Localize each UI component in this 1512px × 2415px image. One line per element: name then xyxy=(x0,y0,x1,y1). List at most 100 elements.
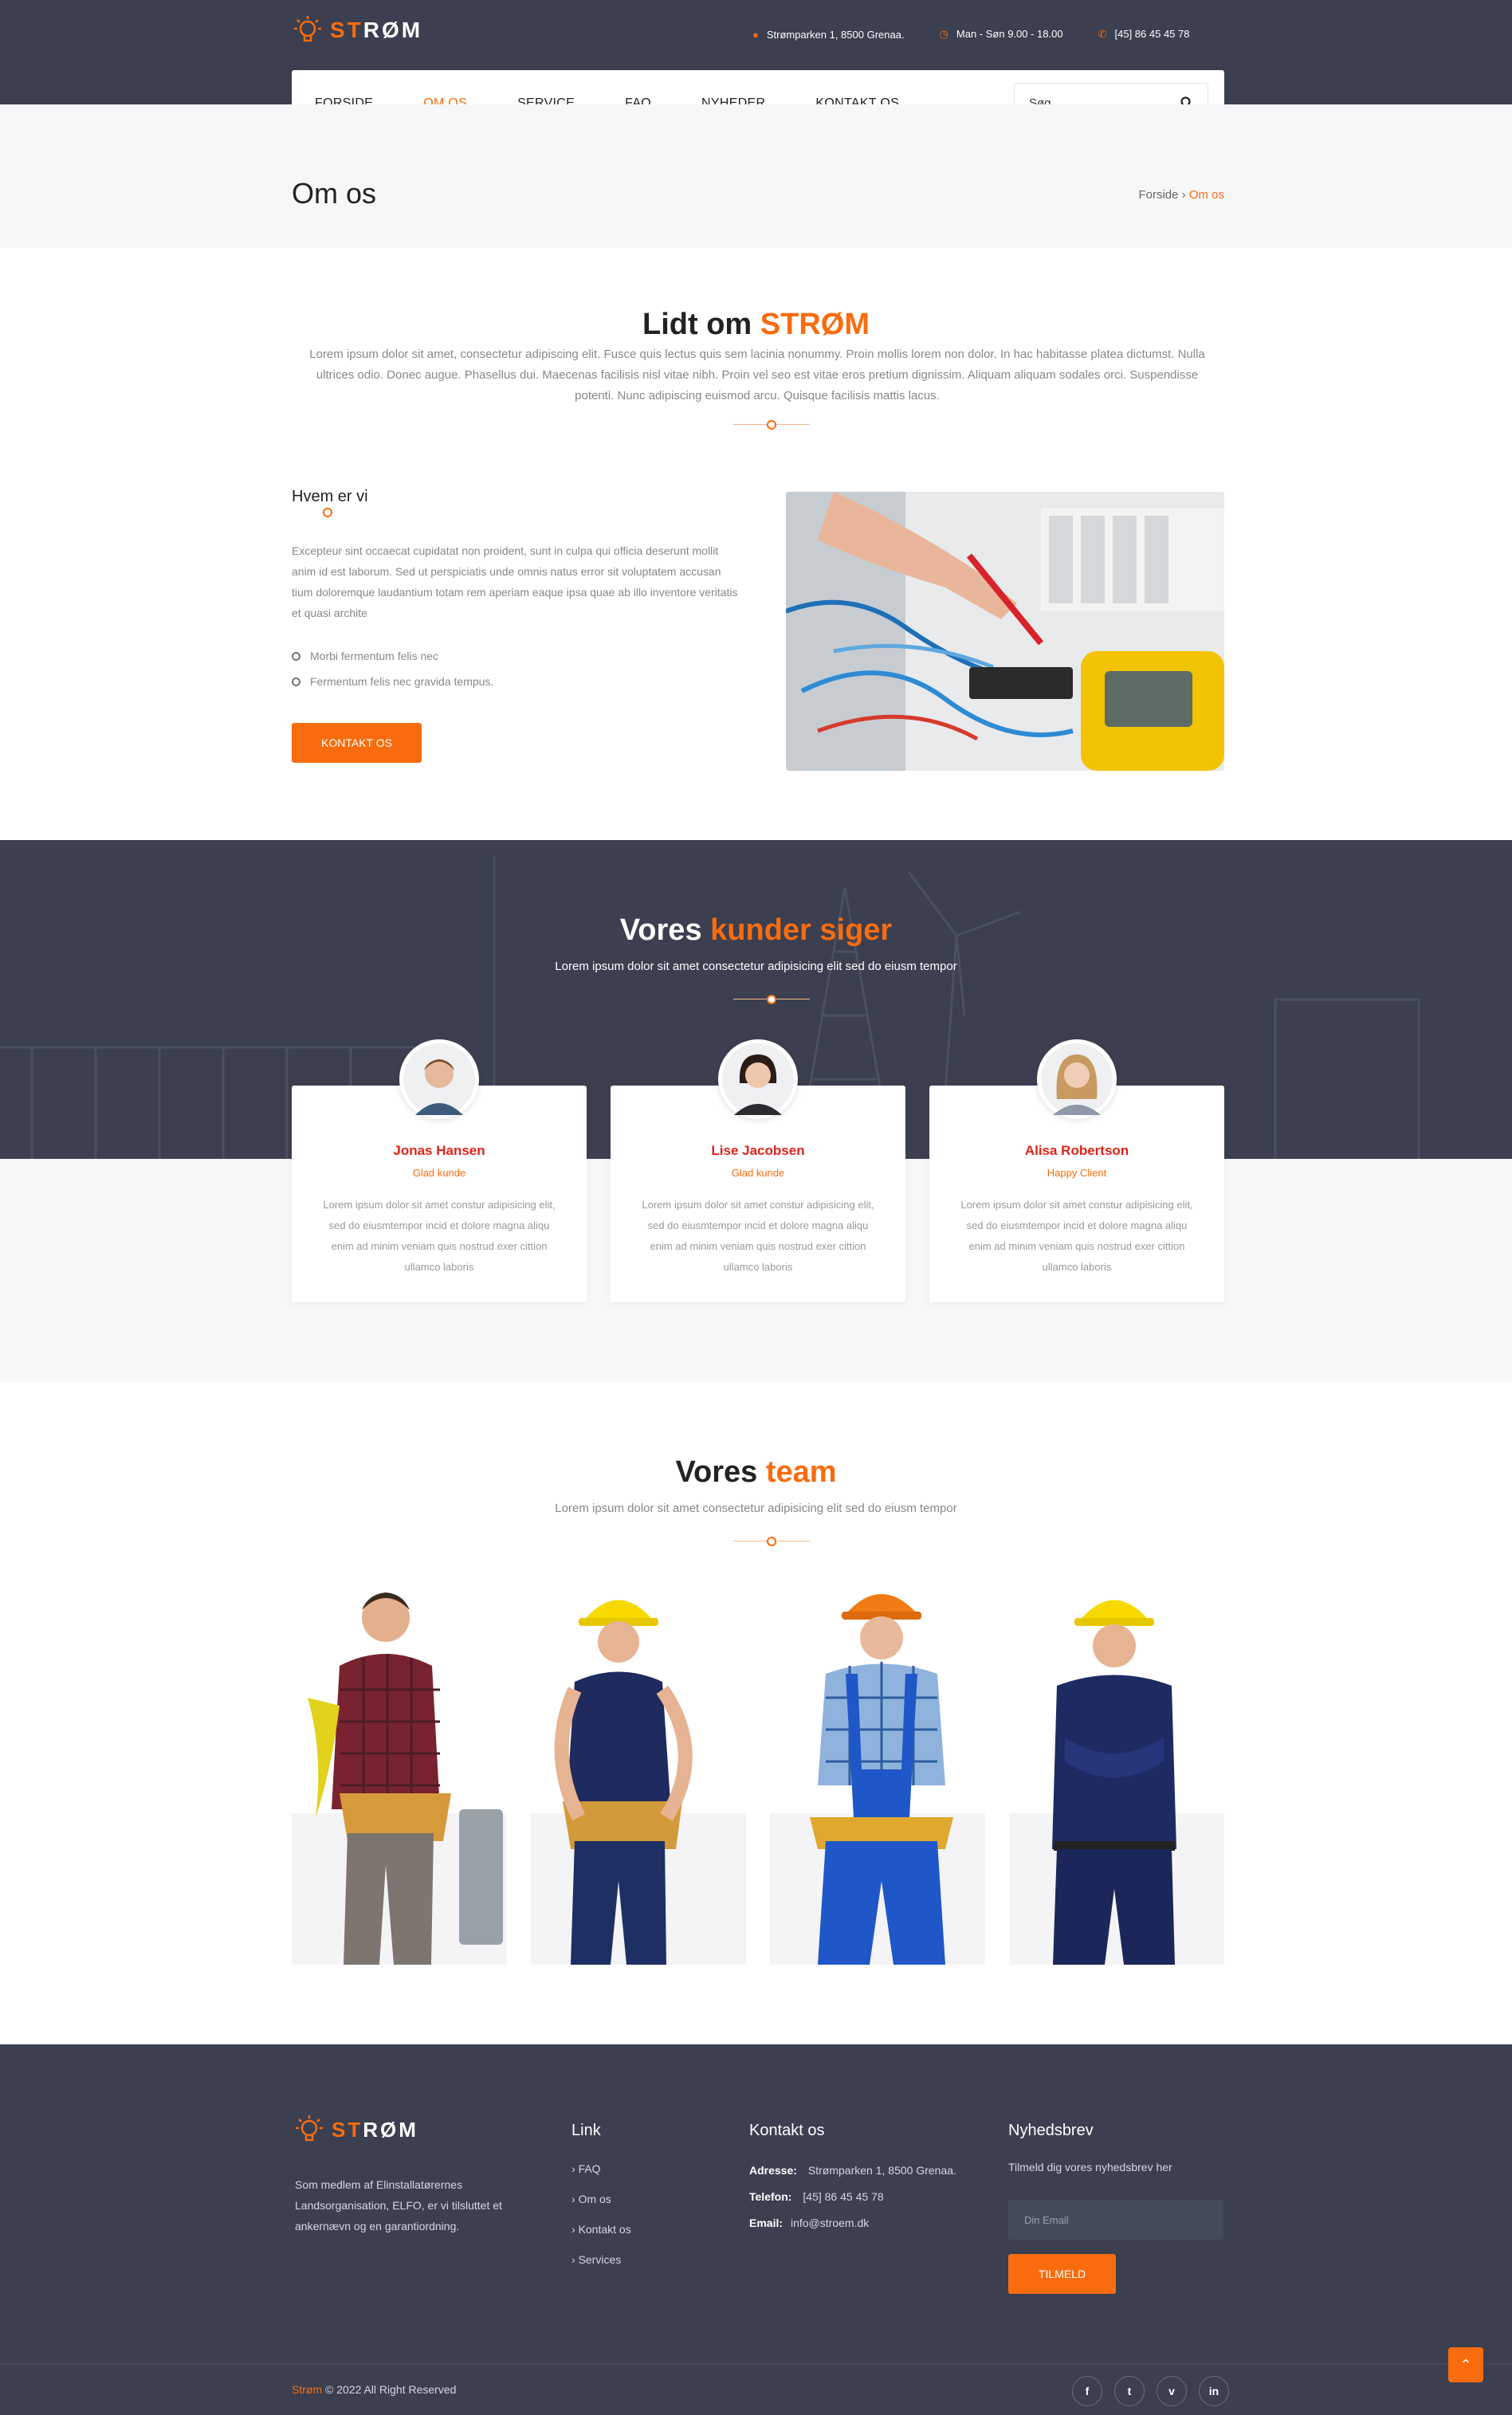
about-heading: Lidt om STRØM xyxy=(0,308,1512,342)
breadcrumb-current: Om os xyxy=(1188,188,1224,202)
testimonial-text: Lorem ipsum dolor sit amet constur adipi… xyxy=(960,1199,1193,1273)
twitter-icon[interactable]: t xyxy=(1114,2376,1145,2406)
team-heading: Vores team xyxy=(0,1455,1512,1490)
avatar xyxy=(1037,1039,1117,1119)
bullet-item: Morbi fermentum felis nec xyxy=(292,650,438,662)
footer-contact-heading: Kontakt os xyxy=(749,2122,825,2139)
chevron-right-icon: › xyxy=(1181,188,1189,202)
chevron-right-icon: › xyxy=(571,2253,579,2266)
footer-link-label: FAQ xyxy=(578,2162,601,2175)
footer-link-label: Om os xyxy=(578,2193,611,2205)
lightbulb-icon xyxy=(294,16,321,42)
testimonial-role: Glad kunde xyxy=(731,1167,785,1179)
vimeo-icon[interactable]: v xyxy=(1157,2376,1187,2406)
top-hours: Man - Søn 9.00 - 18.00 xyxy=(956,28,1063,40)
section-divider xyxy=(733,995,810,1004)
bullet-item: Fermentum felis nec gravida tempus. xyxy=(292,675,493,688)
section-divider xyxy=(733,1537,810,1546)
page-title: Om os xyxy=(292,177,377,210)
contact-address: Strømparken 1, 8500 Grenaa. xyxy=(807,2164,956,2177)
footer-link-label: Services xyxy=(578,2253,622,2266)
footer-link-label: Kontakt os xyxy=(578,2223,631,2236)
footer-contact: Adresse: Strømparken 1, 8500 Grenaa. Tele… xyxy=(749,2158,956,2236)
testimonials-heading: Vores kunder siger xyxy=(0,913,1512,948)
chevron-up-icon: ⌃ xyxy=(1459,2356,1472,2373)
about-heading-pre: Lidt om xyxy=(642,308,760,341)
testimonial-card: Alisa Robertson Happy Client Lorem ipsum… xyxy=(929,1039,1224,1302)
avatar xyxy=(399,1039,479,1119)
circle-bullet-icon xyxy=(292,677,300,686)
contact-label: Adresse: xyxy=(749,2164,797,2177)
team-heading-accent: team xyxy=(765,1455,837,1489)
team-heading-pre: Vores xyxy=(675,1455,766,1489)
facebook-icon[interactable]: f xyxy=(1072,2376,1102,2406)
footer-about: Som medlem af Elinstallatørernes Landsor… xyxy=(295,2178,502,2232)
team-subtitle: Lorem ipsum dolor sit amet consectetur a… xyxy=(555,1502,957,1515)
testimonial-role: Glad kunde xyxy=(412,1167,466,1179)
who-text: Excepteur sint occaecat cupidatat non pr… xyxy=(292,544,738,619)
subscribe-button[interactable]: TILMELD xyxy=(1008,2254,1116,2294)
chevron-right-icon: › xyxy=(571,2193,579,2205)
testimonials-heading-pre: Vores xyxy=(619,913,711,947)
brand-rest: RØM xyxy=(363,2117,418,2142)
contact-email[interactable]: info@stroem.dk xyxy=(791,2217,869,2229)
brand-accent: ST xyxy=(332,2117,363,2142)
testimonial-card: Jonas Hansen Glad kunde Lorem ipsum dolo… xyxy=(292,1039,587,1302)
kontakt-os-button[interactable]: KONTAKT OS xyxy=(292,723,422,763)
map-pin-icon: ● xyxy=(752,28,759,41)
contact-label: Email: xyxy=(749,2217,783,2229)
footer-divider xyxy=(0,2364,1512,2365)
chevron-right-icon: › xyxy=(571,2223,579,2236)
heading-dot xyxy=(323,508,332,517)
linkedin-icon[interactable]: in xyxy=(1199,2376,1229,2406)
copyright-brand[interactable]: Strøm xyxy=(292,2383,322,2396)
testimonials-subtitle: Lorem ipsum dolor sit amet consectetur a… xyxy=(555,960,957,973)
brand-logo[interactable]: STRØM xyxy=(293,14,422,46)
clock-icon: ◷ xyxy=(939,28,948,40)
who-heading: Hvem er vi xyxy=(292,488,368,505)
team-member-photo[interactable] xyxy=(1009,1578,1224,1965)
contact-phone[interactable]: [45] 86 45 45 78 xyxy=(803,2190,883,2203)
testimonial-text: Lorem ipsum dolor sit amet constur adipi… xyxy=(323,1199,556,1273)
testimonial-name: Jonas Hansen xyxy=(393,1143,485,1158)
top-contact-info: ● Strømparken 1, 8500 Grenaa. ◷ Man - Søn … xyxy=(752,28,1189,41)
team-member-photo[interactable] xyxy=(531,1578,746,1965)
phone-icon: ✆ xyxy=(1098,28,1107,40)
testimonial-name: Alisa Robertson xyxy=(1024,1143,1129,1158)
breadcrumb: Forside › Om os xyxy=(1138,188,1224,202)
testimonials-heading-accent: kunder siger xyxy=(710,913,893,947)
top-address: Strømparken 1, 8500 Grenaa. xyxy=(766,28,905,41)
avatar xyxy=(718,1039,798,1119)
newsletter-text: Tilmeld dig vores nyhedsbrev her xyxy=(1008,2161,1172,2174)
lightbulb-icon xyxy=(296,2115,323,2142)
about-heading-accent: STRØM xyxy=(760,308,870,341)
footer-link-services[interactable]: › Services xyxy=(571,2253,631,2266)
circle-bullet-icon xyxy=(292,651,300,661)
brand-rest: RØM xyxy=(363,18,423,42)
top-phone[interactable]: [45] 86 45 45 78 xyxy=(1115,28,1190,40)
electrician-photo xyxy=(786,492,1224,771)
footer-link-kontakt-os[interactable]: › Kontakt os xyxy=(571,2223,631,2236)
newsletter-email-input[interactable]: Din Email xyxy=(1008,2200,1223,2240)
team-member-photo[interactable] xyxy=(292,1578,507,1965)
breadcrumb-home[interactable]: Forside xyxy=(1138,188,1178,202)
testimonial-role: Happy Client xyxy=(1047,1167,1107,1179)
bullet-text: Fermentum felis nec gravida tempus. xyxy=(310,675,494,688)
bullet-text: Morbi fermentum felis nec xyxy=(310,650,439,662)
chevron-right-icon: › xyxy=(571,2162,579,2175)
footer-link-om-os[interactable]: › Om os xyxy=(571,2193,631,2205)
footer-logo[interactable]: STRØM xyxy=(295,2114,418,2146)
section-divider xyxy=(733,420,810,430)
copyright: Strøm © 2022 All Right Reserved xyxy=(292,2383,456,2396)
footer-links: › FAQ › Om os › Kontakt os › Services xyxy=(571,2162,631,2283)
contact-label: Telefon: xyxy=(749,2190,792,2203)
brand-accent: ST xyxy=(330,18,363,42)
footer-link-faq[interactable]: › FAQ xyxy=(571,2162,631,2175)
footer-links-heading: Link xyxy=(571,2122,601,2139)
scroll-to-top-button[interactable]: ⌃ xyxy=(1448,2347,1483,2382)
testimonial-text: Lorem ipsum dolor sit amet constur adipi… xyxy=(642,1199,874,1273)
testimonial-name: Lise Jacobsen xyxy=(711,1143,805,1158)
copyright-text: © 2022 All Right Reserved xyxy=(322,2383,457,2396)
page-title-band xyxy=(0,104,1512,248)
team-member-photo[interactable] xyxy=(770,1578,985,1965)
